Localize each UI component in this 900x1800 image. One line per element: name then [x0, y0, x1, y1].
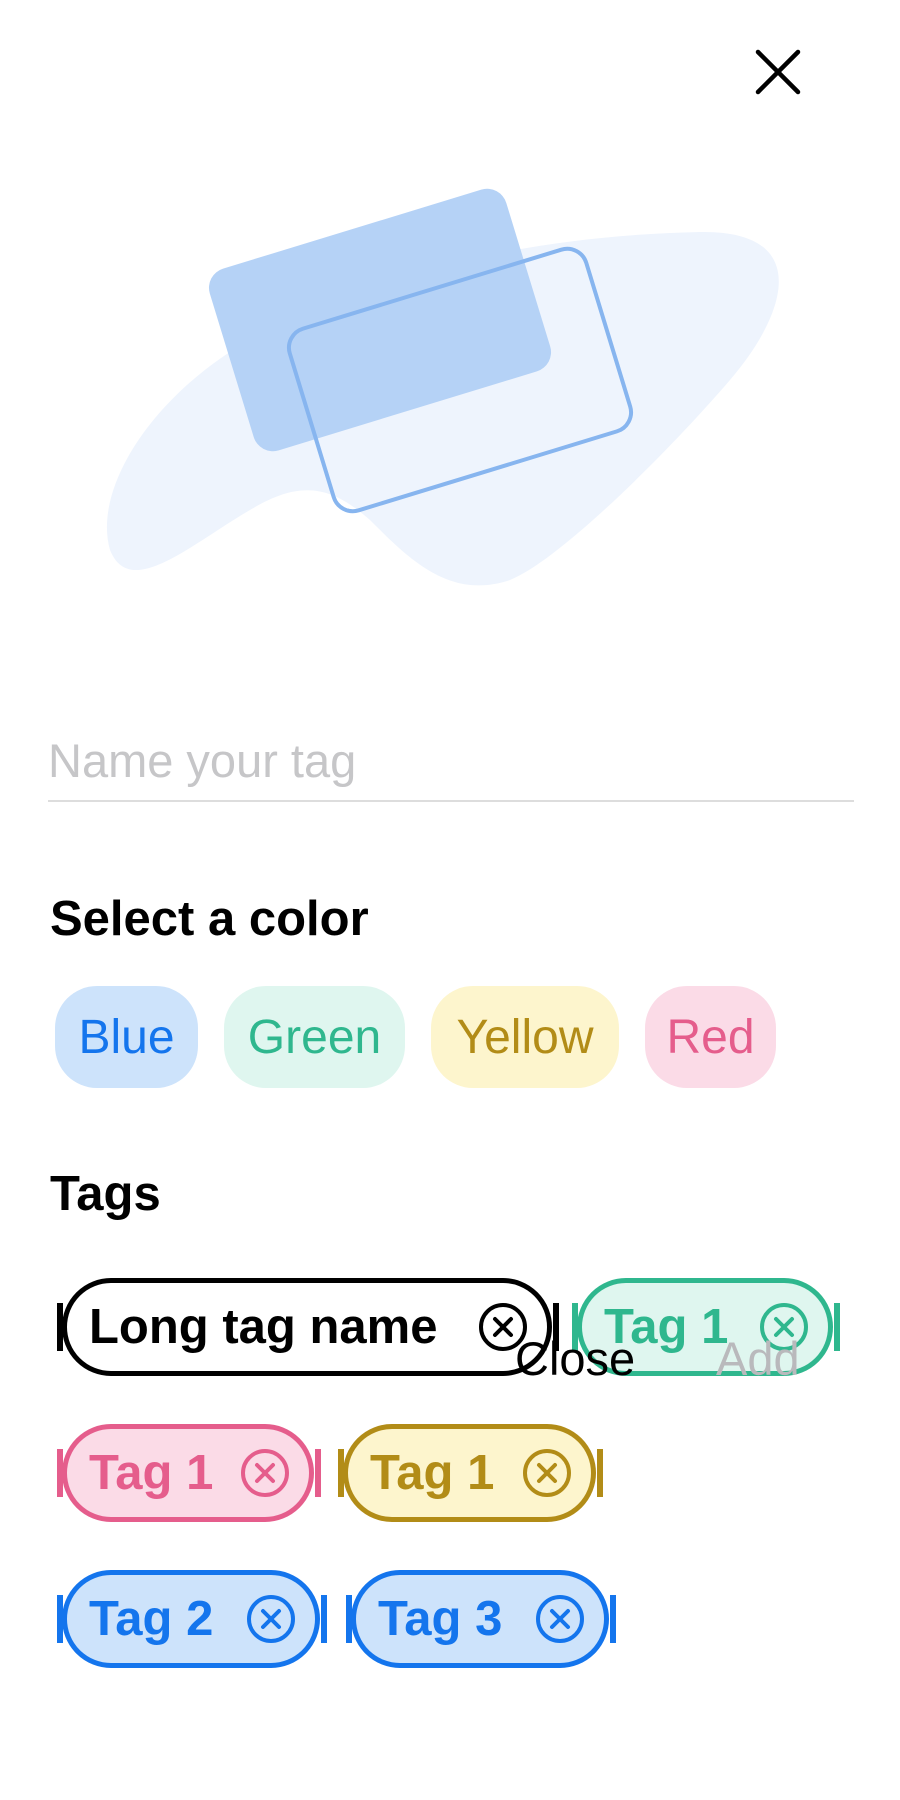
tag-edge-mark [315, 1449, 321, 1497]
tag-edge-mark [57, 1449, 63, 1497]
remove-circle-icon[interactable] [534, 1593, 586, 1645]
remove-circle-icon[interactable] [521, 1447, 573, 1499]
tag-edge-mark [610, 1595, 616, 1643]
tag-chip-tag-2[interactable]: Tag 2 [57, 1570, 327, 1668]
tag-label: Tag 1 [370, 1446, 495, 1500]
tag-label: Tag 3 [378, 1592, 503, 1646]
color-option-blue[interactable]: Blue [55, 986, 198, 1088]
color-option-green[interactable]: Green [224, 986, 405, 1088]
tag-label: Long tag name [89, 1300, 438, 1354]
tag-label: Tag 1 [89, 1446, 214, 1500]
tag-edge-mark [57, 1595, 63, 1643]
color-option-yellow[interactable]: Yellow [431, 986, 619, 1088]
close-button[interactable]: Close [515, 1335, 635, 1382]
tag-cards-illustration [90, 180, 810, 620]
remove-circle-icon[interactable] [239, 1447, 291, 1499]
tag-edge-mark [346, 1595, 352, 1643]
tag-label: Tag 2 [89, 1592, 214, 1646]
tag-edge-mark [834, 1303, 840, 1351]
tag-chip-long-tag-name[interactable]: Long tag name [57, 1278, 559, 1376]
tag-edge-mark [338, 1449, 344, 1497]
tag-name-input[interactable] [48, 720, 854, 802]
color-option-red[interactable]: Red [645, 986, 776, 1088]
tag-edge-mark [57, 1303, 63, 1351]
close-icon[interactable] [752, 46, 804, 98]
tag-chip-tag-1-red[interactable]: Tag 1 [57, 1424, 321, 1522]
color-options: Blue Green Yellow Red [55, 986, 776, 1088]
tags-heading: Tags [50, 1167, 161, 1221]
select-color-heading: Select a color [50, 892, 369, 946]
add-button[interactable]: Add [716, 1335, 800, 1382]
tag-edge-mark [597, 1449, 603, 1497]
tag-chip-tag-1-yellow[interactable]: Tag 1 [338, 1424, 603, 1522]
tag-chip-tag-3[interactable]: Tag 3 [346, 1570, 616, 1668]
tag-edge-mark [321, 1595, 327, 1643]
remove-circle-icon[interactable] [245, 1593, 297, 1645]
